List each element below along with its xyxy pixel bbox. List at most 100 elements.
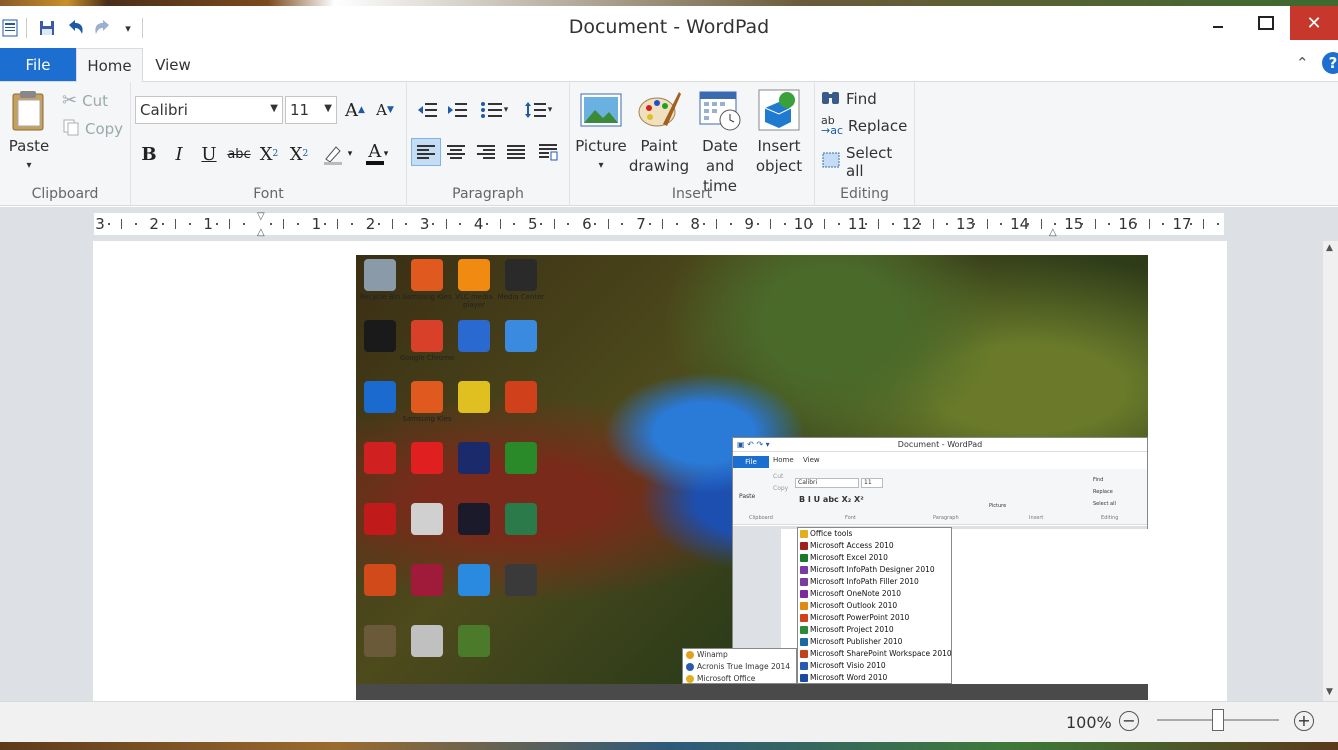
vertical-scrollbar[interactable]: ▲ ▼ (1322, 241, 1338, 701)
copy-button[interactable]: Copy (62, 118, 123, 140)
start-menu-item[interactable]: Microsoft Outlook 2010 (798, 600, 951, 612)
scroll-down-icon[interactable]: ▼ (1326, 687, 1333, 697)
align-right-button[interactable] (471, 138, 501, 166)
desktop-icon[interactable] (458, 320, 490, 352)
shrink-font-button[interactable]: A ▼ (371, 96, 399, 124)
tab-view[interactable]: View (143, 48, 203, 82)
start-menu-item[interactable]: Microsoft Excel 2010 (798, 552, 951, 564)
desktop-icon[interactable] (411, 259, 443, 291)
zoom-in-button[interactable]: + (1294, 711, 1314, 731)
left-indent-marker[interactable]: △ (257, 227, 265, 238)
justify-button[interactable] (501, 138, 531, 166)
desktop-icon[interactable] (364, 625, 396, 657)
font-family-combo[interactable]: Calibri ▼ (135, 96, 283, 124)
ruler-tick (824, 219, 826, 229)
desktop-icon[interactable] (458, 381, 490, 413)
desktop-icon[interactable] (505, 564, 537, 596)
start-menu-item[interactable]: Microsoft Access 2010 (798, 540, 951, 552)
underline-button[interactable]: U (195, 140, 223, 168)
first-line-indent-marker[interactable]: ▽ (257, 211, 265, 222)
strikethrough-button[interactable]: abc (225, 140, 253, 168)
calendar-clock-icon (699, 91, 741, 131)
grow-font-button[interactable]: A ▲ (341, 96, 369, 124)
desktop-icon[interactable] (505, 503, 537, 535)
desktop-icon[interactable] (505, 259, 537, 291)
zoom-out-button[interactable]: − (1119, 711, 1139, 731)
desktop-icon[interactable] (364, 503, 396, 535)
start-menu-item[interactable]: Microsoft Word 2010 (798, 672, 951, 684)
desktop-icon[interactable] (505, 442, 537, 474)
desktop-icon[interactable] (364, 320, 396, 352)
paint-drawing-button[interactable]: Paint drawing (629, 88, 689, 176)
bullets-button[interactable]: ▾ (475, 96, 513, 124)
desktop-icon[interactable] (458, 442, 490, 474)
tab-home[interactable]: Home (76, 48, 143, 83)
ruler-tick (553, 219, 555, 229)
ruler-dot (350, 223, 353, 225)
desktop-icon[interactable] (411, 503, 443, 535)
desktop-icon[interactable] (458, 259, 490, 291)
insert-object-button[interactable]: Insert object (754, 88, 804, 176)
find-button[interactable]: Find (821, 88, 877, 110)
start-menu-item[interactable]: Microsoft SharePoint Workspace 2010 (798, 648, 952, 660)
desktop-icon[interactable] (458, 503, 490, 535)
desktop-icon[interactable] (458, 564, 490, 596)
ruler-dot (107, 223, 110, 225)
italic-button[interactable]: I (165, 140, 193, 168)
close-button[interactable]: ✕ (1290, 6, 1338, 40)
replace-button[interactable]: ab →ac Replace (821, 115, 907, 136)
paste-button[interactable]: Paste ▾ (6, 88, 52, 176)
paragraph-settings-button[interactable] (533, 138, 563, 166)
desktop-icon[interactable] (364, 259, 396, 291)
start-menu-item[interactable]: Microsoft InfoPath Designer 2010 (798, 564, 951, 576)
align-left-button[interactable] (411, 138, 441, 166)
embedded-screenshot[interactable]: Recycle Bin Samsung Kies VLC media player M… (356, 255, 1148, 700)
picture-dropdown-icon[interactable]: ▾ (598, 156, 603, 176)
font-size-combo[interactable]: 11 ▼ (285, 96, 337, 124)
desktop-icon[interactable] (364, 564, 396, 596)
desktop-icon[interactable] (411, 625, 443, 657)
start-menu-item[interactable]: Acronis True Image 2014 (683, 661, 796, 673)
align-center-button[interactable] (441, 138, 471, 166)
start-menu-item[interactable]: Winamp (683, 649, 796, 661)
ruler-dot (729, 223, 732, 225)
scroll-up-icon[interactable]: ▲ (1326, 243, 1333, 253)
line-spacing-button[interactable]: ▾ (519, 96, 557, 124)
desktop-icon[interactable] (505, 320, 537, 352)
desktop-icon[interactable] (411, 381, 443, 413)
start-menu-item[interactable]: Microsoft Publisher 2010 (798, 636, 951, 648)
minimize-button[interactable] (1194, 6, 1242, 40)
start-menu-item[interactable]: Office tools (798, 528, 951, 540)
collapse-ribbon-icon[interactable]: ⌃ (1296, 54, 1309, 72)
desktop-icon[interactable] (505, 381, 537, 413)
document-page[interactable]: Recycle Bin Samsung Kies VLC media player M… (93, 241, 1227, 701)
increase-indent-button[interactable] (443, 96, 473, 124)
right-indent-marker[interactable]: △ (1049, 227, 1057, 238)
desktop-icon[interactable] (364, 442, 396, 474)
paste-dropdown-icon[interactable]: ▾ (26, 156, 31, 176)
font-color-button[interactable]: A ▾ (359, 140, 395, 168)
subscript-button[interactable]: X2 (255, 140, 283, 168)
file-tab[interactable]: File (0, 48, 76, 81)
desktop-icon[interactable] (411, 442, 443, 474)
help-icon[interactable]: ? (1322, 52, 1338, 74)
start-menu-item[interactable]: Microsoft Project 2010 (798, 624, 951, 636)
date-time-button[interactable]: Date and time (690, 88, 750, 196)
select-all-button[interactable]: Select all (821, 144, 914, 180)
decrease-indent-button[interactable] (413, 96, 443, 124)
zoom-slider-thumb[interactable] (1212, 709, 1224, 731)
start-menu-item[interactable]: Microsoft OneNote 2010 (798, 588, 951, 600)
maximize-button[interactable] (1242, 6, 1290, 40)
superscript-button[interactable]: X2 (285, 140, 313, 168)
cut-button[interactable]: ✂ Cut (62, 90, 108, 111)
highlight-color-button[interactable]: ▾ (319, 140, 355, 168)
desktop-icon[interactable] (411, 320, 443, 352)
desktop-icon[interactable] (458, 625, 490, 657)
desktop-icon[interactable] (364, 381, 396, 413)
picture-button[interactable]: Picture ▾ (575, 88, 627, 176)
bold-button[interactable]: B (135, 140, 163, 168)
start-menu-item[interactable]: Microsoft Visio 2010 (798, 660, 951, 672)
start-menu-item[interactable]: Microsoft InfoPath Filler 2010 (798, 576, 951, 588)
start-menu-item[interactable]: Microsoft PowerPoint 2010 (798, 612, 951, 624)
desktop-icon[interactable] (411, 564, 443, 596)
